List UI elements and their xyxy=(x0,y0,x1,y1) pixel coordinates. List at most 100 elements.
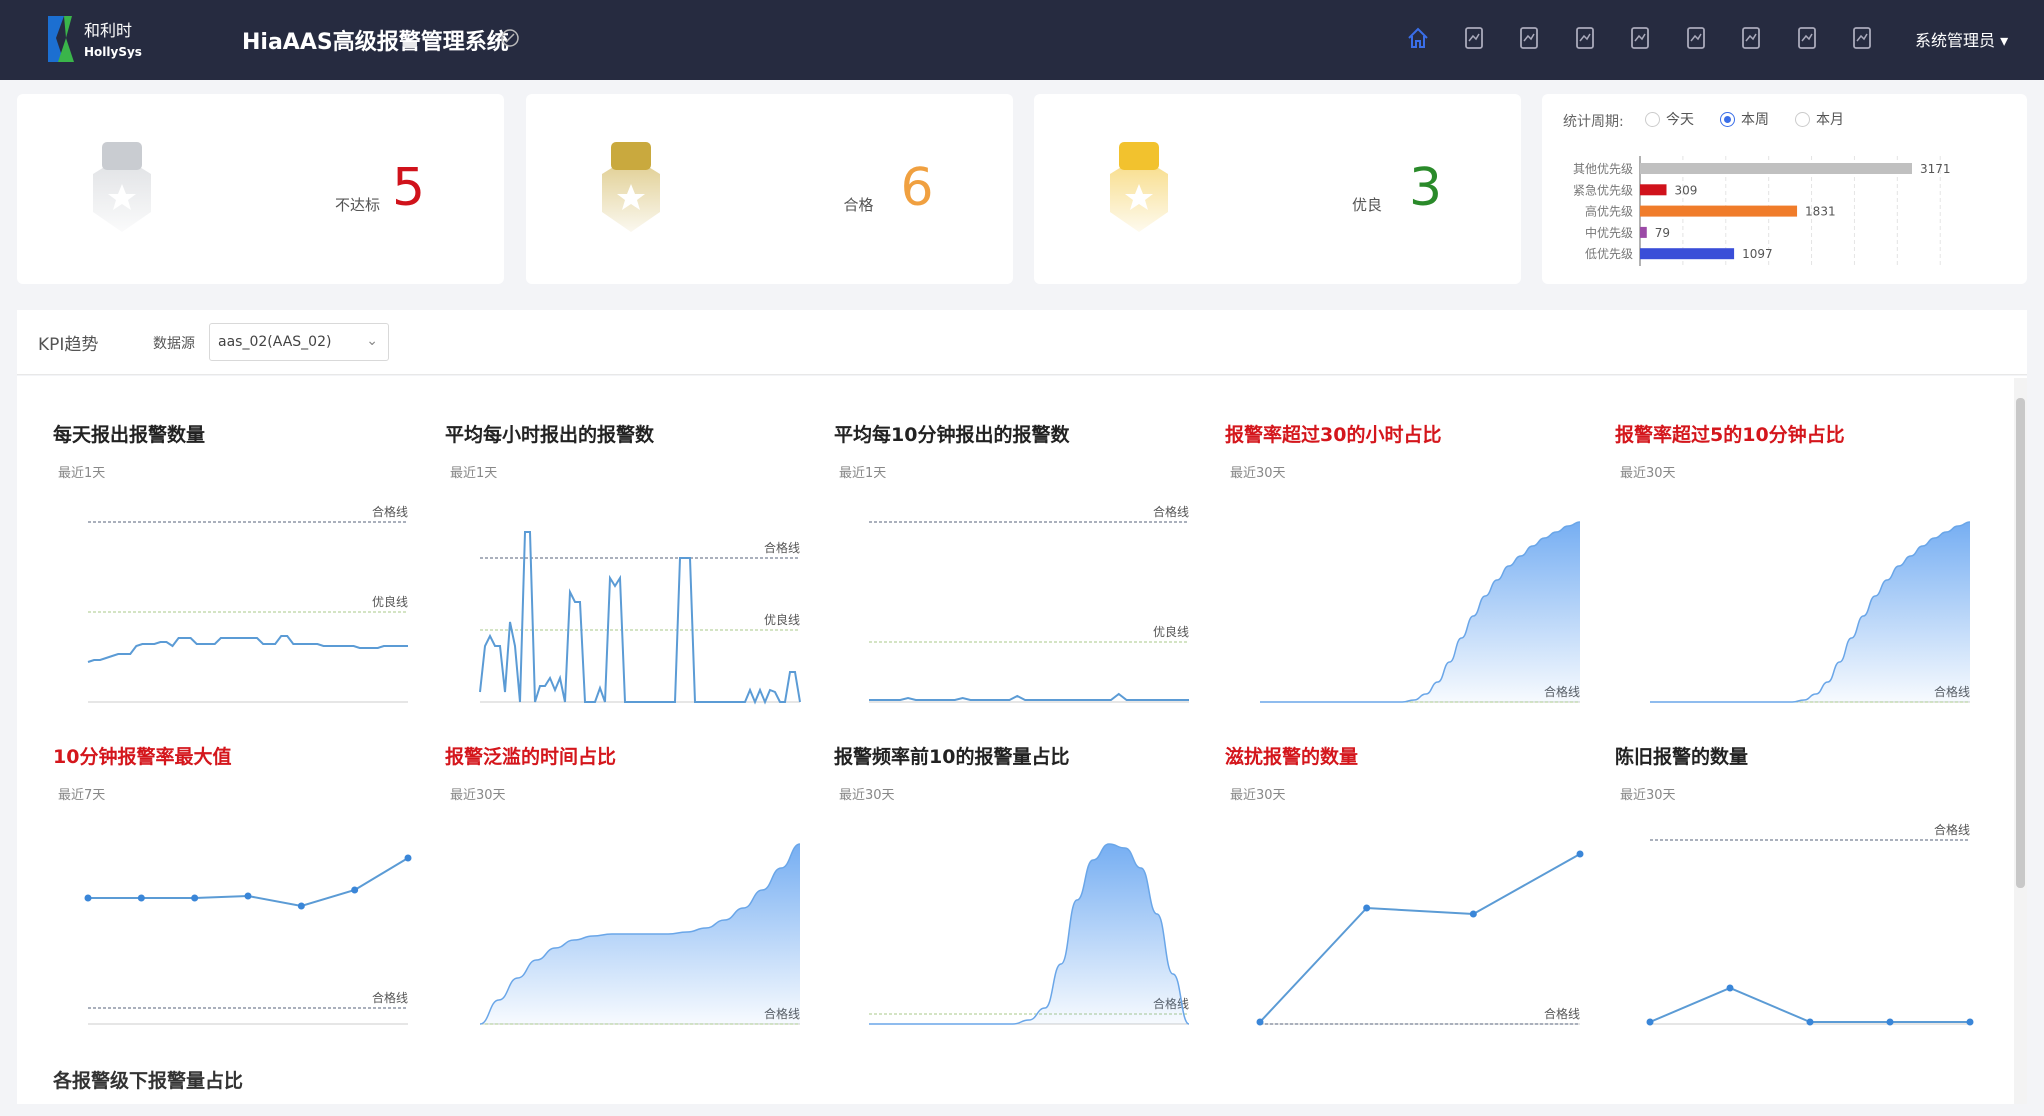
data-point xyxy=(1470,911,1477,918)
chart-title: 平均每10分钟报出的报警数 xyxy=(834,420,1069,447)
kpi-chart-card: 报警率超过5的10分钟占比最近30天合格线 xyxy=(1615,420,2005,720)
chart-subtitle: 最近30天 xyxy=(839,784,895,803)
priority-bar xyxy=(1640,163,1912,174)
area-fill xyxy=(1260,522,1580,702)
kpi-chart: 合格线优良线 xyxy=(834,490,1224,710)
svg-text:HollySys: HollySys xyxy=(84,45,142,59)
area-fill xyxy=(1650,522,1970,702)
kpi-chart-card: 平均每10分钟报出的报警数最近1天合格线优良线 xyxy=(834,420,1224,720)
kpi-chart: 合格线 xyxy=(834,812,1224,1032)
bar-value-label: 1831 xyxy=(1805,205,1836,219)
priority-bar xyxy=(1640,227,1647,238)
kpi-chart-card: 每天报出报警数量最近1天合格线优良线 xyxy=(53,420,443,720)
kpi-chart: 合格线 xyxy=(1225,812,1615,1032)
summary-value: 6 xyxy=(901,158,934,218)
kpi-chart-card: 滋扰报警的数量最近30天合格线 xyxy=(1225,742,1615,1042)
priority-bar xyxy=(1640,248,1734,259)
kpi-chart: 合格线 xyxy=(1615,490,2005,710)
data-point xyxy=(1807,1019,1814,1026)
summary-value: 3 xyxy=(1409,158,1442,218)
data-point xyxy=(1967,1019,1974,1026)
chart-subtitle: 最近30天 xyxy=(450,784,506,803)
calendar-clock-icon[interactable] xyxy=(1737,24,1765,52)
monitor-chart-icon[interactable] xyxy=(1460,24,1488,52)
reference-line-label: 优良线 xyxy=(764,612,800,627)
kpi-chart-card: 10分钟报警率最大值最近7天合格线 xyxy=(53,742,443,1042)
reference-line-label: 合格线 xyxy=(1153,504,1189,519)
edit-icon[interactable] xyxy=(1793,24,1821,52)
priority-card: 统计周期: 今天本周本月 其他优先级3171紧急优先级309高优先级1831中优… xyxy=(1542,94,2027,284)
summary-label: 不达标 xyxy=(335,194,380,215)
bar-value-label: 3171 xyxy=(1920,162,1951,176)
chart-subtitle: 最近1天 xyxy=(839,462,886,481)
kpi-chart-card: 陈旧报警的数量最近30天合格线 xyxy=(1615,742,2005,1042)
source-value: aas_02(AAS_02) xyxy=(218,334,331,350)
home-icon[interactable] xyxy=(1404,24,1432,52)
chart-subtitle: 最近30天 xyxy=(1620,462,1676,481)
source-select[interactable]: aas_02(AAS_02) ⌄ xyxy=(209,323,389,361)
medal-icon xyxy=(1104,142,1174,232)
data-point xyxy=(1647,1019,1654,1026)
chart-title: 报警率超过30的小时占比 xyxy=(1225,420,1441,447)
summary-card: 不达标 5 xyxy=(17,94,504,284)
kpi-chart: 合格线优良线 xyxy=(445,490,835,710)
user-menu[interactable]: 系统管理员 ▾ xyxy=(1915,27,2008,51)
summary-value: 5 xyxy=(392,158,425,218)
data-point xyxy=(1577,851,1584,858)
reference-line-label: 合格线 xyxy=(372,990,408,1005)
report-chart-icon[interactable] xyxy=(1515,24,1543,52)
data-point xyxy=(1257,1019,1264,1026)
summary-label: 优良 xyxy=(1352,194,1382,215)
kpi-chart-card: 报警泛滥的时间占比最近30天合格线 xyxy=(445,742,835,1042)
chart-subtitle: 最近30天 xyxy=(1620,784,1676,803)
scrollbar-thumb[interactable] xyxy=(2016,398,2025,888)
data-point xyxy=(351,887,358,894)
kpi-toolbar: KPI趋势 数据源 aas_02(AAS_02) ⌄ xyxy=(17,310,2027,375)
bar-value-label: 1097 xyxy=(1742,247,1773,261)
reference-line-label: 合格线 xyxy=(372,504,408,519)
priority-bar xyxy=(1640,206,1797,217)
series-line xyxy=(1260,854,1580,1022)
chart-subtitle: 最近30天 xyxy=(1230,784,1286,803)
chart-title: 报警泛滥的时间占比 xyxy=(445,742,616,769)
chevron-down-icon: ⌄ xyxy=(366,333,378,349)
bar-value-label: 309 xyxy=(1675,183,1698,197)
area-fill xyxy=(869,844,1189,1024)
data-point xyxy=(85,895,92,902)
bar-value-label: 79 xyxy=(1655,226,1670,240)
kpi-chart-card: 报警频率前10的报警量占比最近30天合格线 xyxy=(834,742,1224,1042)
kpi-chart: 合格线 xyxy=(53,812,443,1032)
reference-line-label: 合格线 xyxy=(764,540,800,555)
document-icon[interactable] xyxy=(1682,24,1710,52)
chart-title: 报警频率前10的报警量占比 xyxy=(834,742,1069,769)
reference-line-label: 优良线 xyxy=(372,594,408,609)
series-line xyxy=(869,694,1189,700)
chart-subtitle: 最近30天 xyxy=(1230,462,1286,481)
data-point xyxy=(1363,905,1370,912)
chart-subtitle: 最近1天 xyxy=(58,462,105,481)
doc-settings-icon[interactable] xyxy=(1571,24,1599,52)
kpi-chart: 合格线 xyxy=(445,812,835,1032)
source-label: 数据源 xyxy=(153,333,195,353)
svg-text:和利时: 和利时 xyxy=(84,21,132,40)
chart-title: 滋扰报警的数量 xyxy=(1225,742,1358,769)
trend-bars-icon[interactable] xyxy=(1626,24,1654,52)
user-name: 系统管理员 xyxy=(1915,31,1995,50)
kpi-title: KPI趋势 xyxy=(38,330,98,355)
chart-subtitle: 最近1天 xyxy=(450,462,497,481)
data-point xyxy=(138,895,145,902)
edit-title-icon[interactable] xyxy=(500,28,520,48)
chart-title: 10分钟报警率最大值 xyxy=(53,742,231,769)
chart-subtitle: 最近7天 xyxy=(58,784,105,803)
app-title: HiaAAS高级报警管理系统 xyxy=(242,24,509,56)
scrollbar[interactable] xyxy=(2014,378,2027,1104)
bottom-section-title: 各报警级下报警量占比 xyxy=(53,1066,243,1093)
kpi-chart: 合格线 xyxy=(1225,490,1615,710)
summary-label: 合格 xyxy=(844,194,874,215)
bar-category-label: 紧急优先级 xyxy=(1573,182,1633,197)
settings-icon[interactable] xyxy=(1848,24,1876,52)
summary-card: 合格 6 xyxy=(526,94,1013,284)
kpi-chart: 合格线 xyxy=(1615,812,2005,1032)
medal-icon xyxy=(596,142,666,232)
bar-category-label: 其他优先级 xyxy=(1573,162,1633,176)
